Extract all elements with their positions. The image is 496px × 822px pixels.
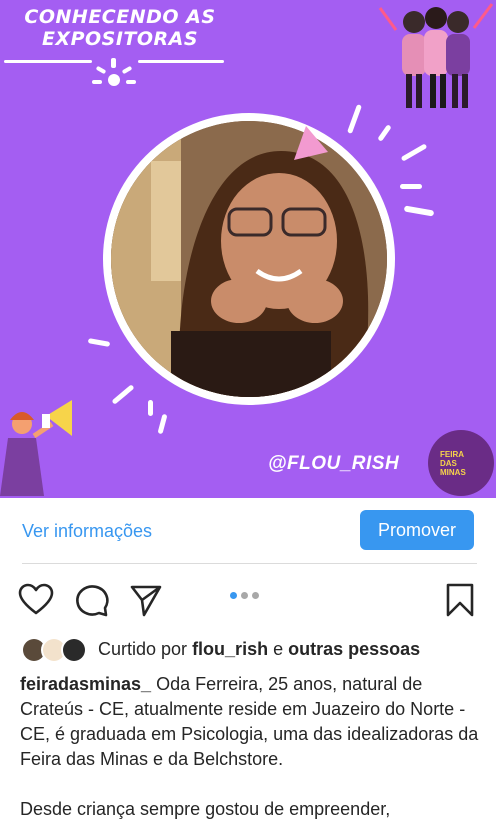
liked-connector: e: [273, 639, 284, 659]
divider: [22, 563, 477, 564]
post-heading: CONHECENDO AS EXPOSITORAS: [20, 6, 220, 50]
decor-mark: [377, 124, 392, 142]
heading-divider-left: [4, 60, 92, 63]
carousel-indicator: [230, 592, 259, 599]
decor-mark: [157, 413, 168, 435]
bookmark-icon[interactable]: [444, 582, 476, 618]
post-caption: feiradasminas_ Oda Ferreira, 25 anos, na…: [20, 672, 480, 822]
logo-line-2: DAS: [440, 459, 457, 468]
carousel-dot: [241, 592, 248, 599]
women-group-illustration: [378, 3, 494, 108]
portrait-photo: [111, 121, 387, 397]
heart-icon[interactable]: [18, 582, 54, 618]
comment-icon[interactable]: [74, 582, 110, 618]
decor-mark: [111, 384, 135, 405]
liked-by-text: Curtido por flou_rish e outras pessoas: [98, 639, 420, 660]
liked-others-link[interactable]: outras pessoas: [288, 639, 420, 659]
sparkle-icon: [92, 58, 136, 86]
heading-line-2: EXPOSITORAS: [41, 28, 199, 50]
liked-by-avatars[interactable]: [20, 636, 90, 664]
liked-prefix: Curtido por: [98, 639, 188, 659]
heading-divider-right: [138, 60, 224, 63]
caption-username[interactable]: feiradasminas_: [20, 674, 151, 694]
decor-mark: [87, 338, 111, 347]
decor-mark: [148, 400, 153, 416]
send-icon[interactable]: [128, 582, 164, 618]
carousel-dot-active: [230, 592, 237, 599]
decor-mark: [400, 143, 428, 162]
decor-mark: [403, 205, 435, 217]
headband-ear: [294, 126, 328, 160]
creator-handle: @FLOU_RISH: [268, 453, 400, 474]
logo-line-1: FEIRA: [440, 450, 464, 459]
post-image[interactable]: CONHECENDO AS EXPOSITORAS @FLOU_RISH FEI…: [0, 0, 496, 498]
heading-line-1: CONHECENDO AS: [24, 6, 216, 28]
logo-line-3: MINAS: [440, 468, 466, 477]
decor-mark: [347, 104, 362, 134]
logo-text: FEIRA DAS MINAS: [440, 450, 480, 477]
decor-mark: [400, 184, 422, 189]
carousel-dot: [252, 592, 259, 599]
liked-user-link[interactable]: flou_rish: [192, 639, 268, 659]
megaphone-woman-illustration: [0, 400, 72, 496]
caption-second-paragraph: Desde criança sempre gostou de empreende…: [20, 799, 391, 819]
view-info-link[interactable]: Ver informações: [22, 521, 152, 542]
promote-button[interactable]: Promover: [360, 510, 474, 550]
